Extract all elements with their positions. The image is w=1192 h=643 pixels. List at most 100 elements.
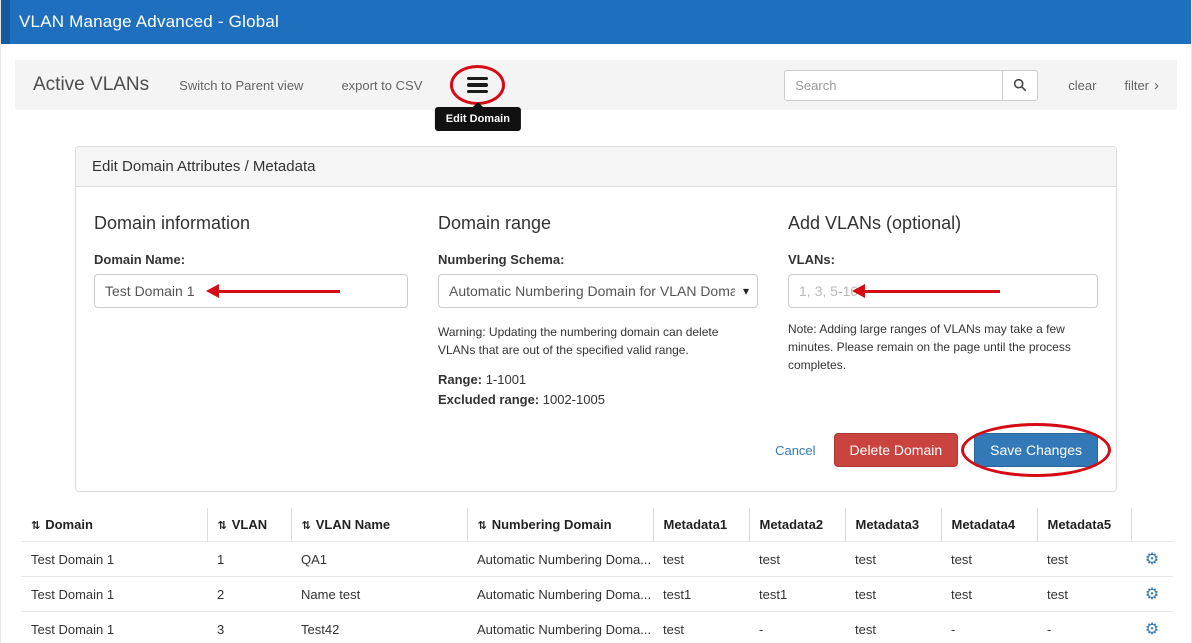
toolbar: Active VLANs Switch to Parent view expor… [15,60,1177,110]
range-line: Range: 1-1001 [438,372,758,387]
panel-heading: Edit Domain Attributes / Metadata [76,147,1116,187]
range-warning-text: Warning: Updating the numbering domain c… [438,323,743,359]
save-changes-button[interactable]: Save Changes [974,433,1098,467]
col-header-vlan-name[interactable]: ⇅ VLAN Name [291,508,467,542]
col-header-label: Metadata2 [760,517,824,532]
hamburger-icon [467,77,488,93]
cell-metadata4: - [941,612,1037,643]
gear-icon[interactable]: ⚙ [1145,586,1159,603]
search-input[interactable] [784,70,1002,101]
col-header-vlan[interactable]: ⇅ VLAN [207,508,291,542]
edit-domain-panel: Edit Domain Attributes / Metadata Domain… [75,146,1117,492]
panel-columns: Domain information Domain Name: Domain r… [94,207,1098,407]
export-csv-link[interactable]: export to CSV [341,78,422,93]
tooltip-label: Edit Domain [446,113,510,125]
section-heading-domain-info: Domain information [94,213,408,234]
cell-metadata4: test [941,577,1037,612]
col-header-metadata2: Metadata2 [749,508,845,542]
col-header-label: Metadata5 [1048,517,1112,532]
gear-icon[interactable]: ⚙ [1145,551,1159,568]
numbering-schema-select[interactable]: Automatic Numbering Domain for VLAN Doma… [438,274,758,308]
domain-menu-button[interactable] [464,73,491,97]
cell-metadata5: test [1037,577,1131,612]
cell-metadata5: test [1037,542,1131,577]
switch-parent-view-link[interactable]: Switch to Parent view [179,78,303,93]
domain-range-section: Domain range Numbering Schema: Automatic… [438,207,758,407]
filter-link[interactable]: filter › [1124,78,1159,93]
edit-domain-tooltip: Edit Domain [435,107,521,131]
col-header-label: Numbering Domain [492,517,612,532]
search-button[interactable] [1002,70,1038,101]
cell-numbering-domain: Automatic Numbering Doma... [467,542,653,577]
gear-icon[interactable]: ⚙ [1145,621,1159,638]
sort-icon: ⇅ [302,520,311,532]
table-body: Test Domain 1 1 QA1 Automatic Numbering … [21,542,1173,643]
active-vlans-title: Active VLANs [33,74,149,96]
page-title: VLAN Manage Advanced - Global [19,12,279,32]
cell-metadata1: test [653,542,749,577]
col-header-metadata1: Metadata1 [653,508,749,542]
domain-information-section: Domain information Domain Name: [94,207,408,407]
save-button-wrap: Save Changes [974,433,1098,467]
panel-actions: Cancel Delete Domain Save Changes [94,433,1098,467]
excluded-range-label: Excluded range: [438,392,539,407]
app-header: VLAN Manage Advanced - Global [1,0,1191,44]
cell-metadata1: test [653,612,749,643]
chevron-right-icon: › [1154,78,1159,93]
col-header-label: Metadata4 [952,517,1016,532]
cell-vlan-name: QA1 [291,542,467,577]
table-row: Test Domain 1 3 Test42 Automatic Numberi… [21,612,1173,643]
vlans-note-text: Note: Adding large ranges of VLANs may t… [788,320,1088,374]
toolbar-right: clear filter › [784,70,1159,101]
cell-metadata4: test [941,542,1037,577]
cell-vlan-name: Name test [291,577,467,612]
cancel-link[interactable]: Cancel [775,443,815,458]
cell-metadata1: test1 [653,577,749,612]
sort-icon: ⇅ [218,520,227,532]
domain-menu-wrap: Edit Domain [464,73,491,97]
col-header-label: VLAN Name [316,517,390,532]
filter-label: filter [1124,78,1149,93]
col-header-label: Domain [45,517,93,532]
section-heading-domain-range: Domain range [438,213,758,234]
col-header-metadata4: Metadata4 [941,508,1037,542]
excluded-range-value: 1002-1005 [543,392,605,407]
vlan-manage-page: VLAN Manage Advanced - Global Active VLA… [0,0,1192,643]
row-actions-cell: ⚙ [1131,577,1173,612]
numbering-schema-value: Automatic Numbering Domain for VLAN Doma [449,283,735,299]
range-label: Range: [438,372,482,387]
col-header-numbering-domain[interactable]: ⇅ Numbering Domain [467,508,653,542]
cell-domain: Test Domain 1 [21,612,207,643]
col-header-domain[interactable]: ⇅ Domain [21,508,207,542]
table-row: Test Domain 1 1 QA1 Automatic Numbering … [21,542,1173,577]
vlan-table: ⇅ Domain ⇅ VLAN ⇅ VLAN Name ⇅ Numbering Doma… [21,508,1173,643]
clear-link[interactable]: clear [1068,78,1096,93]
col-header-metadata3: Metadata3 [845,508,941,542]
cell-metadata2: - [749,612,845,643]
vlans-input[interactable] [788,274,1098,308]
excluded-range-line: Excluded range: 1002-1005 [438,392,758,407]
domain-name-input-wrap [94,274,408,308]
sort-icon: ⇅ [478,520,487,532]
delete-domain-button[interactable]: Delete Domain [834,433,959,467]
domain-name-input[interactable] [94,274,408,308]
cell-metadata3: test [845,542,941,577]
cell-metadata3: test [845,577,941,612]
cell-numbering-domain: Automatic Numbering Doma... [467,577,653,612]
cell-vlan: 3 [207,612,291,643]
cell-metadata2: test [749,542,845,577]
sort-icon: ⇅ [31,520,40,532]
cell-vlan: 2 [207,577,291,612]
range-value: 1-1001 [486,372,526,387]
numbering-schema-label: Numbering Schema: [438,252,758,267]
cell-vlan-name: Test42 [291,612,467,643]
section-heading-add-vlans: Add VLANs (optional) [788,213,1098,234]
caret-down-icon: ▾ [743,284,749,298]
col-header-actions [1131,508,1173,542]
col-header-label: VLAN [232,517,267,532]
cell-metadata3: test [845,612,941,643]
cell-numbering-domain: Automatic Numbering Doma... [467,612,653,643]
col-header-metadata5: Metadata5 [1037,508,1131,542]
vlans-label: VLANs: [788,252,1098,267]
row-actions-cell: ⚙ [1131,542,1173,577]
